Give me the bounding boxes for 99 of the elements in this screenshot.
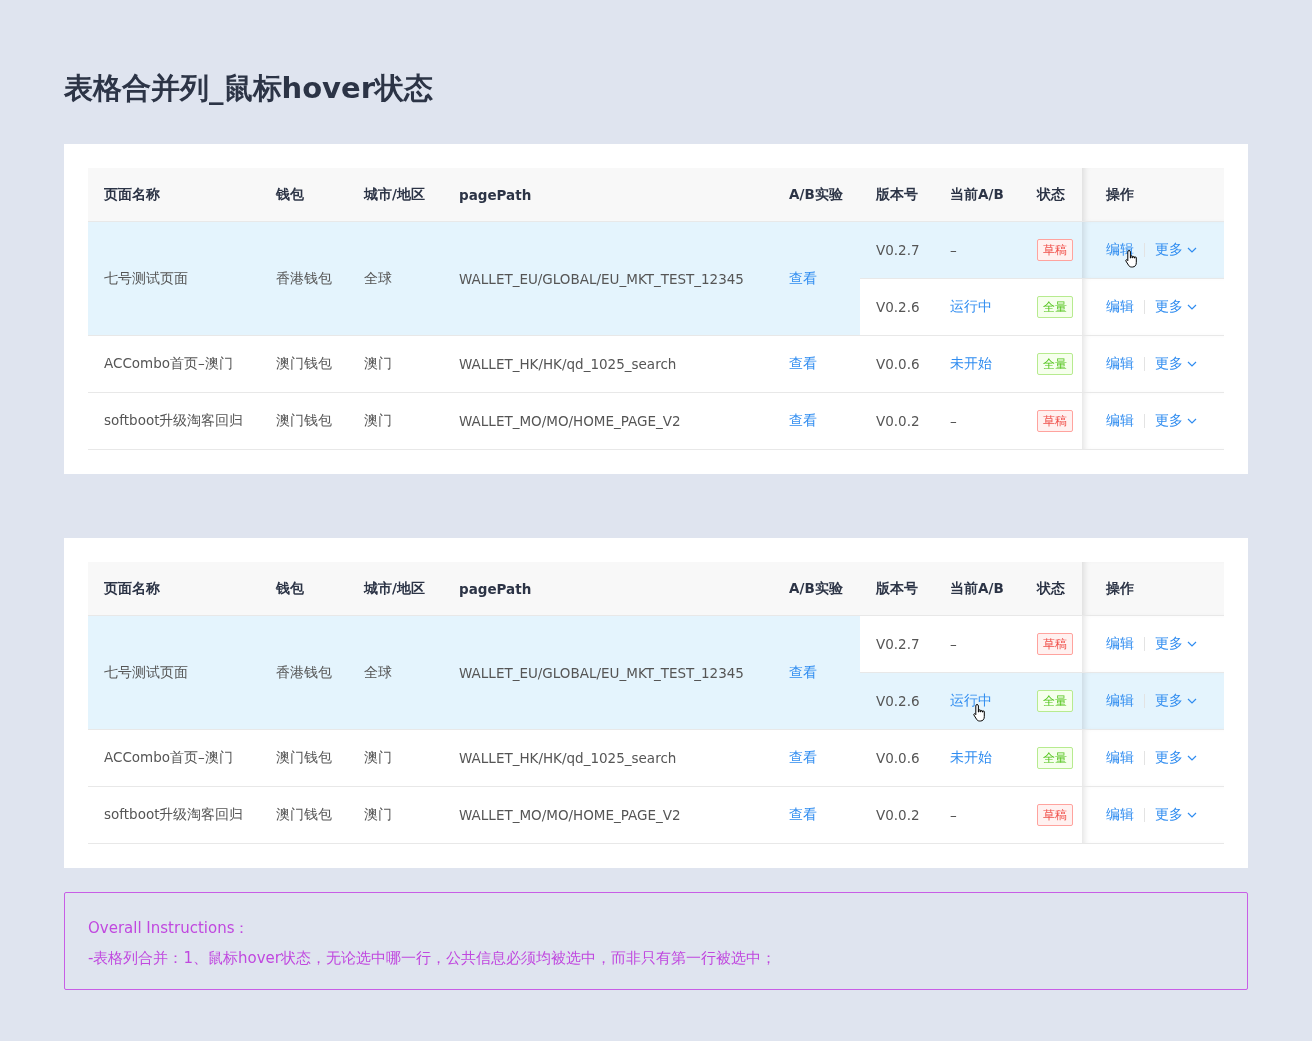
page-name: 七号测试页面 (104, 269, 188, 286)
column-header: 版本号 (860, 168, 934, 222)
region-text: 澳门 (364, 355, 392, 371)
table-cell-text: – (950, 636, 957, 652)
column-header: A/B实验 (773, 562, 860, 616)
view-link[interactable]: 查看 (789, 269, 817, 286)
column-header: 城市/地区 (348, 168, 443, 222)
page-path: WALLET_EU/GLOBAL/EU_MKT_TEST_12345 (459, 664, 744, 681)
version-text: V0.2.7 (876, 636, 920, 652)
status-tag: 全量 (1037, 747, 1073, 769)
status-link[interactable]: 运行中 (950, 692, 992, 708)
version-text: V0.2.6 (876, 299, 920, 315)
status-link[interactable]: 运行中 (950, 298, 992, 314)
page-name: ACCombo首页–澳门 (104, 355, 233, 371)
chevron-down-icon (1187, 247, 1197, 253)
column-header: 当前A/B (934, 562, 1021, 616)
column-header: 页面名称 (88, 562, 260, 616)
version-text: V0.0.2 (876, 807, 920, 823)
more-dropdown[interactable]: 更多 (1155, 635, 1197, 653)
column-header: 操作 (1082, 168, 1224, 222)
view-link[interactable]: 查看 (789, 806, 817, 822)
instructions-text: -表格列合并：1、鼠标hover状态，无论选中哪一行，公共信息必须均被选中，而非只有第一行被选中； (88, 948, 777, 969)
column-header: 当前A/B (934, 168, 1021, 222)
edit-link[interactable]: 编辑 (1106, 806, 1134, 824)
column-header: 城市/地区 (348, 562, 443, 616)
page-path: WALLET_MO/MO/HOME_PAGE_V2 (459, 807, 681, 823)
column-header: pagePath (443, 562, 773, 616)
region-text: 澳门 (364, 806, 392, 822)
region-text: 澳门 (364, 412, 392, 428)
version-text: V0.0.6 (876, 750, 920, 766)
more-dropdown[interactable]: 更多 (1155, 298, 1197, 316)
region-text: 全球 (364, 269, 392, 286)
status-tag: 草稿 (1037, 239, 1073, 261)
edit-link[interactable]: 编辑 (1106, 749, 1134, 767)
table-cell-text: – (950, 413, 957, 429)
chevron-down-icon (1187, 304, 1197, 310)
more-dropdown[interactable]: 更多 (1155, 412, 1197, 430)
version-text: V0.2.6 (876, 693, 920, 709)
more-dropdown[interactable]: 更多 (1155, 692, 1197, 710)
status-tag: 全量 (1037, 296, 1073, 318)
table-cell-text: – (950, 242, 957, 258)
page-name: ACCombo首页–澳门 (104, 749, 233, 765)
chevron-down-icon (1187, 755, 1197, 761)
region-text: 澳门 (364, 749, 392, 765)
more-dropdown[interactable]: 更多 (1155, 806, 1197, 824)
column-header: 操作 (1082, 562, 1224, 616)
edit-link[interactable]: 编辑 (1106, 635, 1134, 653)
page-name: softboot升级淘客回归 (104, 806, 244, 822)
page-title: 表格合并列_鼠标hover状态 (64, 70, 434, 107)
column-header: 版本号 (860, 562, 934, 616)
column-header: 页面名称 (88, 168, 260, 222)
status-tag: 全量 (1037, 690, 1073, 712)
more-dropdown[interactable]: 更多 (1155, 355, 1197, 373)
wallet-text: 香港钱包 (276, 269, 332, 286)
page-name: 七号测试页面 (104, 663, 188, 680)
more-dropdown[interactable]: 更多 (1155, 241, 1197, 259)
chevron-down-icon (1187, 698, 1197, 704)
chevron-down-icon (1187, 418, 1197, 424)
view-link[interactable]: 查看 (789, 663, 817, 680)
column-header: 钱包 (260, 168, 348, 222)
column-header: 钱包 (260, 562, 348, 616)
instructions-heading: Overall Instructions： (88, 918, 251, 939)
version-text: V0.0.6 (876, 356, 920, 372)
edit-link[interactable]: 编辑 (1106, 355, 1134, 373)
status-tag: 草稿 (1037, 410, 1073, 432)
page-path: WALLET_EU/GLOBAL/EU_MKT_TEST_12345 (459, 270, 744, 287)
status-link[interactable]: 未开始 (950, 355, 992, 371)
status-tag: 草稿 (1037, 633, 1073, 655)
edit-link[interactable]: 编辑 (1106, 241, 1134, 259)
column-header: A/B实验 (773, 168, 860, 222)
page-path: WALLET_MO/MO/HOME_PAGE_V2 (459, 413, 681, 429)
wallet-text: 澳门钱包 (276, 355, 332, 371)
chevron-down-icon (1187, 812, 1197, 818)
edit-link[interactable]: 编辑 (1106, 298, 1134, 316)
view-link[interactable]: 查看 (789, 412, 817, 428)
page-path: WALLET_HK/HK/qd_1025_search (459, 750, 677, 766)
column-header: 状态 (1021, 562, 1082, 616)
wallet-text: 澳门钱包 (276, 412, 332, 428)
page-name: softboot升级淘客回归 (104, 412, 244, 428)
column-header: pagePath (443, 168, 773, 222)
view-link[interactable]: 查看 (789, 355, 817, 371)
wallet-text: 香港钱包 (276, 663, 332, 680)
column-header: 状态 (1021, 168, 1082, 222)
version-text: V0.2.7 (876, 242, 920, 258)
status-tag: 全量 (1037, 353, 1073, 375)
more-dropdown[interactable]: 更多 (1155, 749, 1197, 767)
view-link[interactable]: 查看 (789, 749, 817, 765)
status-link[interactable]: 未开始 (950, 749, 992, 765)
chevron-down-icon (1187, 641, 1197, 647)
wallet-text: 澳门钱包 (276, 749, 332, 765)
region-text: 全球 (364, 663, 392, 680)
page-path: WALLET_HK/HK/qd_1025_search (459, 356, 677, 372)
wallet-text: 澳门钱包 (276, 806, 332, 822)
edit-link[interactable]: 编辑 (1106, 692, 1134, 710)
table-cell-text: – (950, 807, 957, 823)
chevron-down-icon (1187, 361, 1197, 367)
status-tag: 草稿 (1037, 804, 1073, 826)
edit-link[interactable]: 编辑 (1106, 412, 1134, 430)
version-text: V0.0.2 (876, 413, 920, 429)
